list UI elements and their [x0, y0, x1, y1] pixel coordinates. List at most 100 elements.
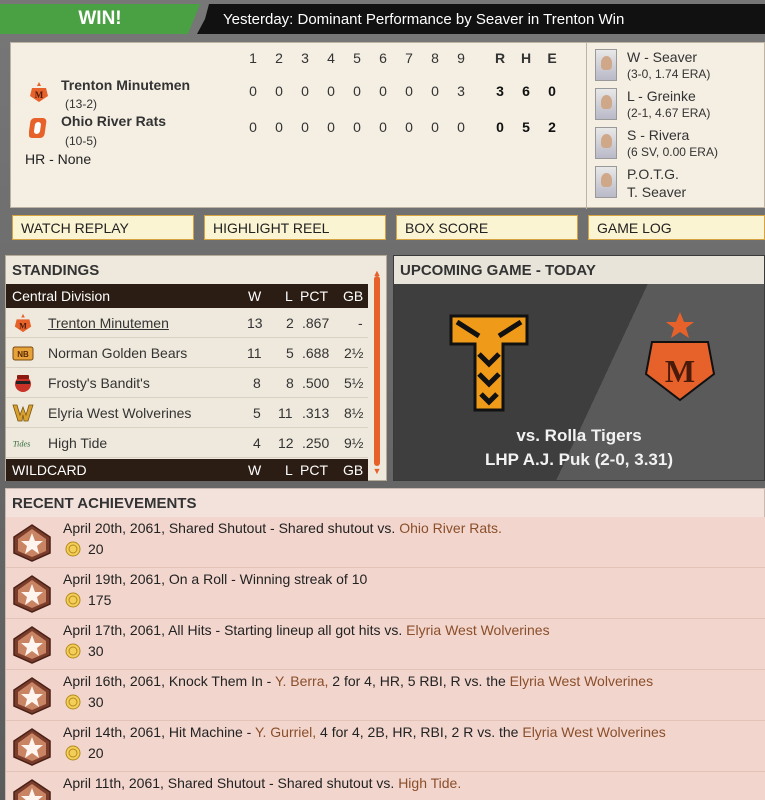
achievement-points: 175	[88, 592, 112, 608]
team-link[interactable]: Trenton Minutemen	[48, 315, 169, 331]
achievement-points: 20	[88, 745, 104, 761]
winning-pitcher[interactable]: W - Seaver (3-0, 1.74 ERA)	[595, 47, 765, 85]
inning-label: 1	[249, 50, 257, 66]
achievement-link[interactable]: Ohio River Rats.	[399, 520, 502, 536]
probable-pitcher: LHP A.J. Puk (2-0, 3.31)	[484, 450, 673, 469]
golden-bears-logo-text: NB	[17, 350, 29, 359]
inning-score: 0	[275, 119, 283, 135]
achievement-text-part: 4 for 4, 2B, HR, RBI, 2 R vs. the	[316, 724, 523, 740]
tigers-logo-icon	[449, 314, 529, 412]
achievement-text-part: April 16th, 2061, Knock Them In -	[63, 673, 275, 689]
pct: .313	[302, 405, 330, 421]
achievement-badge-icon	[12, 727, 52, 767]
losses: 11	[278, 405, 293, 421]
achievement-link[interactable]: Y. Gurriel,	[255, 724, 316, 740]
scroll-thumb[interactable]	[374, 276, 380, 466]
runs-total: 0	[496, 119, 504, 135]
coin-icon	[65, 694, 81, 710]
watch-replay-button[interactable]: WATCH REPLAY	[12, 215, 194, 240]
achievement-text: April 19th, 2061, On a Roll - Winning st…	[63, 571, 367, 587]
game-headline[interactable]: Yesterday: Dominant Performance by Seave…	[197, 4, 765, 34]
achievement-text-part: 2 for 4, HR, 5 RBI, R vs. the	[328, 673, 510, 689]
hits-total: 5	[522, 119, 530, 135]
pitcher-title: L - Greinke	[627, 88, 696, 104]
box-score-button[interactable]: BOX SCORE	[396, 215, 578, 240]
achievement-link[interactable]: Elyria West Wolverines	[522, 724, 665, 740]
upcoming-game-panel: UPCOMING GAME - TODAY M vs. Rolla Tigers…	[393, 255, 765, 481]
result-banner: WIN! Yesterday: Dominant Performance by …	[0, 0, 765, 38]
achievement-link[interactable]: Y. Berra,	[275, 673, 328, 689]
standings-row[interactable]: Tides High Tide 4 12 .250 9½	[6, 428, 368, 458]
bandits-logo-icon	[15, 375, 31, 392]
wildcard-label: WILDCARD	[12, 462, 87, 478]
standings-row[interactable]: Elyria West Wolverines 5 11 .313 8½	[6, 398, 368, 428]
highlight-reel-button[interactable]: HIGHLIGHT REEL	[204, 215, 386, 240]
pct: .688	[302, 345, 330, 361]
inning-score: 0	[301, 83, 309, 99]
golden-bears-logo-icon: NB	[12, 346, 34, 361]
standings-row[interactable]: Frosty's Bandit's 8 8 .500 5½	[6, 368, 368, 398]
inning-score: 0	[431, 119, 439, 135]
scroll-down-icon[interactable]: ▼	[372, 466, 382, 476]
inning-score: 0	[379, 83, 387, 99]
player-of-the-game[interactable]: P.O.T.G. T. Seaver	[595, 164, 765, 202]
standings-scrollbar[interactable]: ▲ ▼	[372, 268, 382, 480]
achievement-text: April 17th, 2061, All Hits - Starting li…	[63, 622, 550, 638]
standings-row[interactable]: M Trenton Minutemen 13 2 .867 -	[6, 308, 368, 338]
achievements-title: RECENT ACHIEVEMENTS	[12, 495, 197, 512]
achievement-text: April 11th, 2061, Shared Shutout - Share…	[63, 775, 461, 791]
errors-header: E	[547, 50, 557, 66]
division-name: Central Division	[12, 288, 111, 304]
svg-text:M: M	[19, 321, 27, 330]
player-card-icon	[595, 166, 617, 198]
game-log-button[interactable]: GAME LOG	[588, 215, 765, 240]
wins: 5	[253, 405, 261, 421]
potg-title: P.O.T.G.	[627, 166, 679, 182]
runs-total: 3	[496, 83, 504, 99]
matchup-area[interactable]: M vs. Rolla Tigers LHP A.J. Puk (2-0, 3.…	[394, 284, 764, 480]
achievement-points: 30	[88, 694, 104, 710]
achievement-link[interactable]: Elyria West Wolverines	[510, 673, 653, 689]
inning-score: 0	[457, 119, 465, 135]
inning-score: 0	[249, 119, 257, 135]
achievements-panel: RECENT ACHIEVEMENTS April 20th, 2061, Sh…	[5, 488, 765, 800]
losing-pitcher[interactable]: L - Greinke (2-1, 4.67 ERA)	[595, 86, 765, 124]
pitcher-stats: (3-0, 1.74 ERA)	[627, 67, 711, 81]
errors-total: 0	[548, 83, 556, 99]
achievement-link[interactable]: Elyria West Wolverines	[406, 622, 549, 638]
losses: 12	[278, 435, 294, 451]
inning-score: 0	[353, 83, 361, 99]
inning-score: 0	[249, 83, 257, 99]
player-card-icon	[595, 88, 617, 120]
col-l: L	[285, 288, 293, 304]
inning-label: 9	[457, 50, 465, 66]
team-link[interactable]: Elyria West Wolverines	[48, 405, 191, 421]
standings-panel: STANDINGS Central Division W L PCT GB M …	[5, 255, 387, 481]
wins: 13	[247, 315, 263, 331]
inning-score: 0	[327, 83, 335, 99]
hits-header: H	[520, 50, 532, 66]
games-back: -	[358, 315, 363, 331]
team-link[interactable]: Frosty's Bandit's	[48, 375, 150, 391]
wins: 11	[247, 345, 262, 361]
achievement-text: April 20th, 2061, Shared Shutout - Share…	[63, 520, 502, 536]
linescore-row: 0 0 0 0 0 0 0 0 0 0 5 2	[11, 119, 586, 145]
pitcher-title: W - Seaver	[627, 49, 698, 65]
coin-icon	[65, 541, 81, 557]
inning-score: 0	[405, 83, 413, 99]
save-pitcher[interactable]: S - Rivera (6 SV, 0.00 ERA)	[595, 125, 765, 163]
team-link[interactable]: High Tide	[48, 435, 107, 451]
achievement-link[interactable]: High Tide.	[398, 775, 461, 791]
achievement-row: April 11th, 2061, Shared Shutout - Share…	[6, 772, 765, 800]
standings-row[interactable]: NB Norman Golden Bears 11 5 .688 2½	[6, 338, 368, 368]
inning-label: 6	[379, 50, 387, 66]
inning-score: 3	[457, 83, 465, 99]
inning-score: 0	[353, 119, 361, 135]
team-link[interactable]: Norman Golden Bears	[48, 345, 187, 361]
errors-total: 2	[548, 119, 556, 135]
col-gb: GB	[343, 288, 364, 304]
achievement-text-part: April 14th, 2061, Hit Machine -	[63, 724, 255, 740]
col-gb: GB	[343, 462, 364, 478]
achievement-badge-icon	[12, 778, 52, 800]
achievement-text-part: April 20th, 2061, Shared Shutout - Share…	[63, 520, 400, 536]
